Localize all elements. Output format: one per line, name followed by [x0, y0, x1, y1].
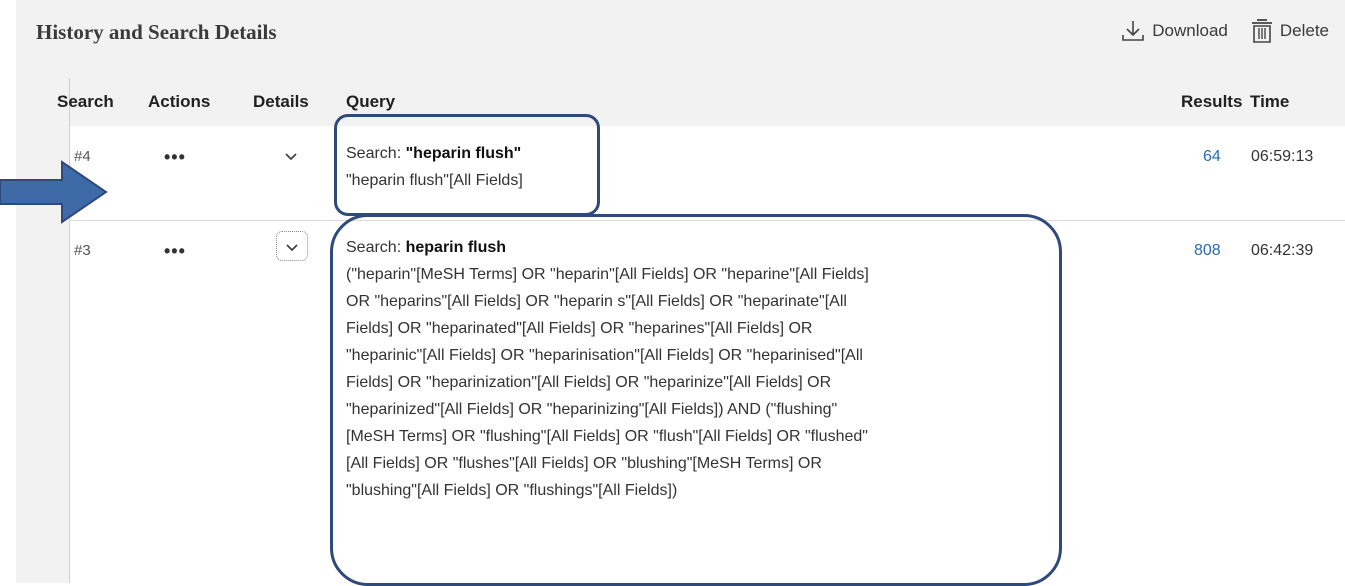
query-block: Search: "heparin flush" "heparin flush"[… — [346, 140, 523, 194]
header-search: Search — [57, 92, 114, 111]
history-panel: History and Search Details Download Dele… — [16, 0, 1345, 583]
header-details: Details — [253, 92, 309, 111]
query-search-line: Search: heparin flush — [346, 234, 1066, 261]
delete-button[interactable]: Delete — [1250, 18, 1329, 44]
query-details-line: [All Fields] OR "flushes"[All Fields] OR… — [346, 455, 822, 472]
results-count-link[interactable]: 808 — [1194, 242, 1221, 260]
query-search-line: Search: "heparin flush" — [346, 140, 523, 167]
chevron-down-icon — [284, 241, 300, 259]
delete-label: Delete — [1279, 21, 1329, 40]
query-block: Search: heparin flush ("heparin"[MeSH Te… — [346, 234, 1066, 504]
download-icon — [1120, 18, 1146, 44]
header-query: Query — [346, 92, 396, 111]
query-details-line: "heparinized"[All Fields] OR "heparinizi… — [346, 401, 838, 418]
panel-title: History and Search Details — [36, 20, 277, 44]
query-details-line: Fields] OR "heparinization"[All Fields] … — [346, 374, 832, 391]
query-term: heparin flush — [405, 239, 507, 256]
query-prefix: Search: — [346, 145, 406, 162]
history-table: Search Actions Details Query Results Tim… — [57, 78, 1345, 583]
search-time: 06:42:39 — [1251, 242, 1314, 259]
download-label: Download — [1152, 21, 1228, 40]
arrow-right-icon — [0, 160, 110, 229]
search-time: 06:59:13 — [1251, 148, 1314, 165]
search-number: #3 — [74, 242, 91, 259]
query-prefix: Search: — [346, 239, 406, 256]
row-divider — [70, 220, 1345, 221]
query-details-line: "heparinic"[All Fields] OR "heparinisati… — [346, 347, 863, 364]
query-details: "heparin flush"[All Fields] — [346, 172, 523, 189]
table-header: Search Actions Details Query Results Tim… — [57, 78, 1345, 126]
query-details-line: [MeSH Terms] OR "flushing"[All Fields] O… — [346, 428, 868, 445]
results-count-link[interactable]: 64 — [1203, 148, 1221, 166]
query-details-line: ("heparin"[MeSH Terms] OR "heparin"[All … — [346, 266, 869, 283]
download-button[interactable]: Download — [1120, 18, 1228, 44]
query-details-line: "blushing"[All Fields] OR "flushings"[Al… — [346, 482, 678, 499]
actions-menu-button[interactable]: ••• — [164, 148, 186, 166]
header-actions: Actions — [148, 92, 211, 111]
chevron-down-icon — [283, 150, 299, 167]
query-details-line: Fields] OR "heparinated"[All Fields] OR … — [346, 320, 813, 337]
actions-menu-button[interactable]: ••• — [164, 242, 186, 260]
query-details: ("heparin"[MeSH Terms] OR "heparin"[All … — [346, 261, 1066, 504]
details-toggle[interactable] — [276, 231, 308, 261]
query-term: "heparin flush" — [405, 145, 522, 162]
query-details-line: OR "heparins"[All Fields] OR "heparin s"… — [346, 293, 847, 310]
header-results: Results — [1181, 92, 1243, 111]
details-toggle[interactable] — [283, 150, 299, 168]
header-time: Time — [1250, 92, 1290, 111]
toolbar: Download Delete — [1120, 18, 1329, 44]
trash-icon — [1250, 18, 1274, 44]
